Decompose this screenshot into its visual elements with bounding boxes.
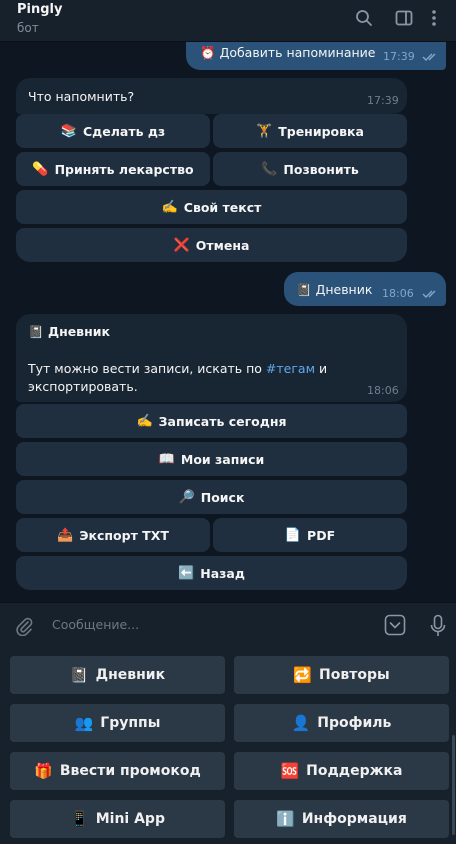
inline-button-write-today[interactable]: ✍️ Записать сегодня bbox=[16, 404, 407, 438]
notebook-icon: 📓 bbox=[69, 666, 89, 684]
message-text: Добавить напоминание bbox=[219, 45, 376, 60]
button-label: Записать сегодня bbox=[158, 413, 287, 429]
key-promo-code[interactable]: 🎁 Ввести промокод bbox=[10, 752, 225, 790]
inline-button-call[interactable]: 📞 Позвонить bbox=[213, 152, 407, 186]
button-label: Сделать дз bbox=[82, 123, 166, 139]
key-label: Поддержка bbox=[306, 763, 403, 779]
inline-button-pdf[interactable]: 📄 PDF bbox=[213, 518, 407, 552]
key-support[interactable]: 🆘 Поддержка bbox=[234, 752, 449, 790]
key-repeats[interactable]: 🔁 Повторы bbox=[234, 656, 449, 694]
key-mini-app[interactable]: 📱 Mini App bbox=[10, 800, 225, 838]
button-label: Тренировка bbox=[278, 123, 364, 139]
weightlifter-icon: 🏋 bbox=[256, 123, 273, 139]
inline-button-workout[interactable]: 🏋 Тренировка bbox=[213, 114, 407, 148]
message-composer: Сообщение... bbox=[0, 602, 456, 648]
notebook-icon: 📓 bbox=[28, 324, 44, 339]
reply-keyboard: 📓 Дневник 🔁 Повторы 👥 Группы 👤 Профиль 🎁 Ввес… bbox=[0, 648, 456, 844]
open-book-icon: 📖 bbox=[158, 451, 175, 467]
info-icon: ℹ️ bbox=[276, 810, 295, 828]
inline-button-my-entries[interactable]: 📖 Мои записи bbox=[16, 442, 407, 476]
writing-hand-icon: ✍️ bbox=[161, 199, 178, 215]
user-icon: 👤 bbox=[291, 714, 311, 732]
message-text: Тут можно вести записи, искать по #тегам… bbox=[28, 360, 328, 396]
read-checkmarks-icon bbox=[422, 53, 436, 61]
inline-button-search[interactable]: 🔎 Поиск bbox=[16, 480, 407, 514]
inline-button-medicine[interactable]: 💊 Принять лекарство bbox=[16, 152, 210, 186]
inline-button-homework[interactable]: 📚 Сделать дз bbox=[16, 114, 210, 148]
repeat-icon: 🔁 bbox=[293, 666, 313, 684]
key-diary[interactable]: 📓 Дневник bbox=[10, 656, 225, 694]
message-time: 18:06 bbox=[382, 287, 414, 300]
microphone-icon[interactable] bbox=[428, 614, 448, 638]
mobile-phone-icon: 📱 bbox=[70, 810, 89, 828]
incoming-message[interactable]: 📓 Дневник Тут можно вести записи, искать… bbox=[16, 314, 407, 402]
magnifier-icon: 🔎 bbox=[178, 489, 195, 505]
inline-button-export-txt[interactable]: 📤 Экспорт TXT bbox=[16, 518, 210, 552]
message-time: 17:39 bbox=[383, 50, 415, 63]
button-label: Мои записи bbox=[180, 451, 265, 467]
key-profile[interactable]: 👤 Профиль bbox=[234, 704, 449, 742]
outgoing-message[interactable]: 📓 Дневник 18:06 bbox=[284, 272, 446, 306]
key-groups[interactable]: 👥 Группы bbox=[10, 704, 225, 742]
outbox-tray-icon: 📤 bbox=[57, 527, 74, 543]
key-label: Информация bbox=[301, 811, 407, 827]
writing-hand-icon: ✍️ bbox=[136, 413, 153, 429]
key-label: Mini App bbox=[95, 811, 165, 827]
button-label: Поиск bbox=[200, 489, 245, 505]
key-label: Дневник bbox=[95, 667, 166, 683]
message-time: 17:39 bbox=[367, 94, 399, 107]
chat-subtitle: бот bbox=[17, 21, 39, 35]
group-icon: 👥 bbox=[74, 714, 94, 732]
gift-icon: 🎁 bbox=[34, 762, 53, 780]
outgoing-message[interactable]: ⏰ Добавить напоминание 17:39 bbox=[186, 42, 446, 70]
books-icon: 📚 bbox=[60, 123, 77, 139]
hashtag-link[interactable]: #тегам bbox=[266, 361, 315, 376]
button-label: Отмена bbox=[195, 237, 250, 253]
message-time: 18:06 bbox=[367, 384, 399, 397]
message-emoji: ⏰ bbox=[200, 45, 216, 60]
message-title: Дневник bbox=[47, 324, 110, 339]
paperclip-icon[interactable] bbox=[14, 616, 34, 637]
message-body: Тут можно вести записи, искать по bbox=[28, 361, 266, 376]
button-label: Свой текст bbox=[183, 199, 262, 215]
key-information[interactable]: ℹ️ Информация bbox=[234, 800, 449, 838]
read-checkmarks-icon bbox=[422, 290, 436, 298]
keyboard-scrollbar[interactable] bbox=[452, 735, 455, 835]
inline-button-custom-text[interactable]: ✍️ Свой текст bbox=[16, 190, 407, 224]
key-label: Профиль bbox=[317, 715, 392, 731]
chat-history[interactable]: ⏰ Добавить напоминание 17:39 Что напомни… bbox=[0, 42, 456, 602]
phone-icon: 📞 bbox=[261, 161, 278, 177]
notebook-icon: 📓 bbox=[296, 282, 312, 297]
sidebar-toggle-icon[interactable] bbox=[394, 8, 414, 28]
inline-button-cancel[interactable]: ❌ Отмена bbox=[16, 228, 407, 262]
chat-header: Pingly бот bbox=[0, 0, 456, 42]
button-label: Назад bbox=[200, 565, 245, 581]
inline-button-back[interactable]: ⬅️ Назад bbox=[16, 556, 407, 590]
document-icon: 📄 bbox=[284, 527, 302, 543]
message-text: Что напомнить? bbox=[28, 89, 135, 104]
chat-title[interactable]: Pingly bbox=[17, 2, 62, 17]
back-arrow-icon: ⬅️ bbox=[178, 565, 195, 581]
message-input[interactable]: Сообщение... bbox=[52, 617, 139, 632]
message-text: Дневник bbox=[315, 282, 373, 297]
button-label: Принять лекарство bbox=[54, 161, 194, 177]
button-label: Экспорт TXT bbox=[79, 527, 169, 543]
incoming-message[interactable]: Что напомнить? 17:39 bbox=[16, 78, 407, 114]
search-icon[interactable] bbox=[354, 8, 374, 28]
key-label: Ввести промокод bbox=[59, 763, 201, 779]
sos-icon: 🆘 bbox=[280, 762, 300, 780]
more-vertical-icon[interactable] bbox=[428, 8, 440, 28]
key-label: Группы bbox=[100, 715, 161, 731]
cross-icon: ❌ bbox=[173, 237, 190, 253]
key-label: Повторы bbox=[319, 667, 390, 683]
bot-keyboard-toggle-icon[interactable] bbox=[384, 614, 406, 636]
pill-icon: 💊 bbox=[32, 161, 49, 177]
button-label: Позвонить bbox=[283, 161, 359, 177]
button-label: PDF bbox=[307, 527, 336, 543]
